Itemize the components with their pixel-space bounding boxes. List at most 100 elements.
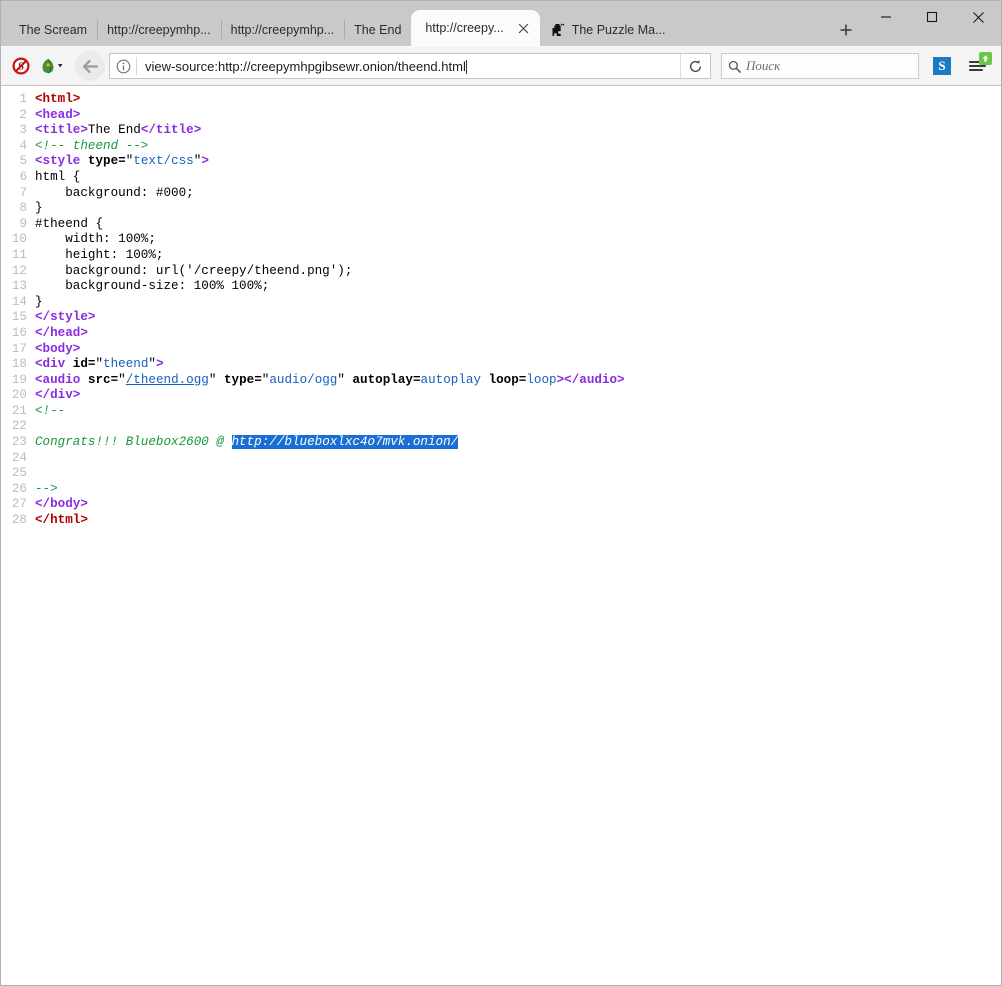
close-button[interactable] [955,1,1001,33]
tab-item[interactable]: http://creepymhp... [97,13,221,46]
reload-button[interactable] [680,52,710,80]
search-icon [722,60,746,73]
line-number: 11 [1,248,35,264]
tab-item[interactable]: http://creepy... [411,10,539,46]
source-line: 3<title>The End</title> [1,123,1001,139]
line-code: } [35,201,43,217]
source-line: 12 background: url('/creepy/theend.png')… [1,264,1001,280]
tab-list: The Screamhttp://creepymhp...http://cree… [1,1,829,46]
code-token: width: 100%; [35,232,156,246]
maximize-button[interactable] [909,1,955,33]
code-token: id= [73,357,96,371]
new-tab-button[interactable] [829,13,863,46]
line-number: 12 [1,264,35,280]
line-number: 22 [1,419,35,435]
minimize-icon [880,11,892,23]
line-code: height: 100%; [35,248,163,264]
line-number: 20 [1,388,35,404]
line-code: Congrats!!! Bluebox2600 @ http://bluebox… [35,435,458,451]
back-button[interactable] [75,51,105,81]
line-code: <html> [35,92,80,108]
url-bar[interactable]: view-source:http://creepymhpgibsewr.onio… [109,53,711,79]
url-input[interactable]: view-source:http://creepymhpgibsewr.onio… [137,59,680,74]
code-token: type= [88,154,126,168]
code-token: loop [526,373,556,387]
search-bar[interactable]: Поиск [721,53,919,79]
source-line: 24 [1,451,1001,467]
source-line: 14} [1,295,1001,311]
code-token: background: #000; [35,186,194,200]
line-number: 14 [1,295,35,311]
line-number: 4 [1,139,35,155]
source-line: 18<div id="theend"> [1,357,1001,373]
code-token: loop= [489,373,527,387]
code-token: <body> [35,342,80,356]
line-code: <style type="text/css"> [35,154,209,170]
code-token: > [156,357,164,371]
source-line: 1<html> [1,92,1001,108]
code-token: autoplay [421,373,481,387]
code-token: <style [35,154,80,168]
code-token: } [35,295,43,309]
source-line: 13 background-size: 100% 100%; [1,279,1001,295]
code-token: height: 100%; [35,248,163,262]
code-token: <title> [35,123,88,137]
code-token [65,357,73,371]
identity-info-icon[interactable] [110,54,136,78]
window-controls [863,1,1001,33]
line-number: 24 [1,451,35,467]
line-number: 23 [1,435,35,451]
code-token: http://blueboxlxc4o7mvk.onion/ [232,435,459,449]
code-token[interactable]: /theend.ogg [126,373,209,387]
line-number: 9 [1,217,35,233]
update-badge [979,52,992,65]
menu-button[interactable] [961,50,995,82]
tab-item[interactable]: The End [344,13,411,46]
torbutton-button[interactable] [35,52,69,80]
close-icon [972,11,985,24]
source-line: 19<audio src="/theend.ogg" type="audio/o… [1,373,1001,389]
line-number: 19 [1,373,35,389]
code-token: <html> [35,92,80,106]
source-line: 21<!-- [1,404,1001,420]
line-number: 1 [1,92,35,108]
source-line: 5<style type="text/css"> [1,154,1001,170]
source-line: 16</head> [1,326,1001,342]
line-code: --> [35,482,58,498]
code-token: " [95,357,103,371]
line-code: <audio src="/theend.ogg" type="audio/ogg… [35,373,625,389]
line-number: 28 [1,513,35,529]
source-line: 9#theend { [1,217,1001,233]
noscript-button[interactable]: S [7,52,35,80]
line-code: } [35,295,43,311]
tab-item[interactable]: The Scream [9,13,97,46]
code-token: html { [35,170,80,184]
line-number: 21 [1,404,35,420]
line-number: 26 [1,482,35,498]
source-line: 6html { [1,170,1001,186]
source-line: 11 height: 100%; [1,248,1001,264]
code-token: theend [103,357,148,371]
tab-close-button[interactable] [516,20,532,36]
tab-item[interactable]: http://creepymhp... [221,13,345,46]
code-token: </title> [141,123,201,137]
minimize-button[interactable] [863,1,909,33]
line-number: 27 [1,497,35,513]
tab-item[interactable]: The Puzzle Ma... [540,13,676,46]
source-line: 25 [1,466,1001,482]
tab-label: The Puzzle Ma... [572,23,666,37]
skype-button[interactable]: S [927,51,957,81]
code-token: </html> [35,513,88,527]
code-token: </style> [35,310,95,324]
search-input[interactable]: Поиск [746,58,780,74]
line-number: 16 [1,326,35,342]
code-token [80,154,88,168]
code-token: src= [88,373,118,387]
line-number: 13 [1,279,35,295]
code-token: " [148,357,156,371]
line-code: <!-- [35,404,65,420]
source-line: 8} [1,201,1001,217]
line-number: 15 [1,310,35,326]
code-token: The End [88,123,141,137]
line-number: 2 [1,108,35,124]
